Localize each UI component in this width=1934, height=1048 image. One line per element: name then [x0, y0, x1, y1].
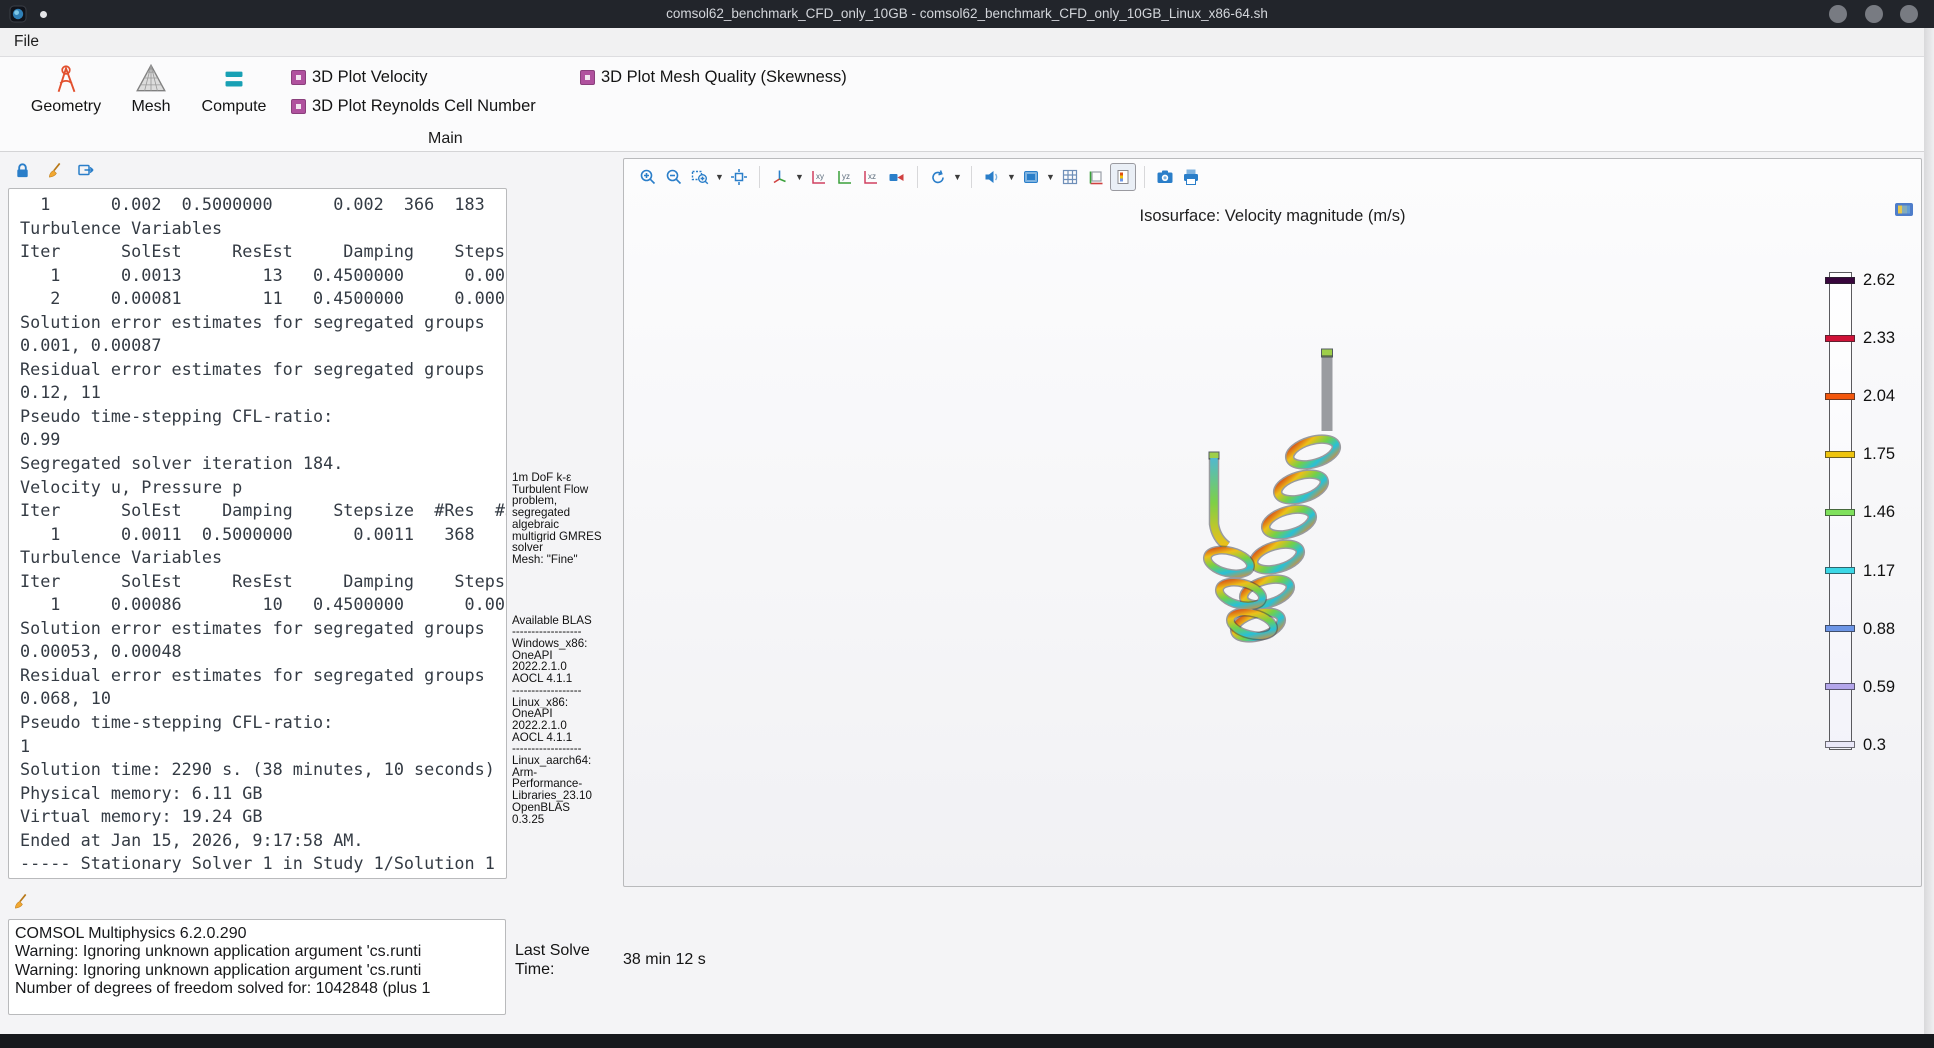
- svg-text:xz: xz: [868, 172, 876, 181]
- zoom-box-dropdown[interactable]: ▼: [714, 172, 725, 182]
- toolbar-separator: [917, 166, 918, 188]
- graphics-toolbar: ▼ ▼ xy: [636, 162, 1203, 192]
- solver-log-panel[interactable]: 1 0.002 0.5000000 0.002 366 183Turbulenc…: [8, 188, 507, 879]
- maximize-button[interactable]: [1865, 5, 1883, 23]
- clear-icon[interactable]: [44, 160, 64, 180]
- geometry-icon: [48, 60, 84, 96]
- checkbox-checked-icon: [291, 99, 306, 114]
- log-toolbar: [12, 160, 96, 180]
- startup-log-panel[interactable]: COMSOL Multiphysics 6.2.0.290Warning: Ig…: [8, 919, 506, 1015]
- environment-icon[interactable]: [1019, 164, 1043, 190]
- zoom-extents-icon[interactable]: [727, 164, 751, 190]
- export-icon[interactable]: [76, 160, 96, 180]
- compute-button-label: Compute: [196, 98, 272, 116]
- checkbox-3d-plot-velocity[interactable]: 3D Plot Velocity: [291, 68, 428, 87]
- toolbar-separator: [1144, 166, 1145, 188]
- projection-icon[interactable]: [885, 164, 909, 190]
- compute-icon: [216, 60, 252, 96]
- colorbar-level-label: 1.75: [1863, 444, 1923, 464]
- last-solve-time-value: 38 min 12 s: [623, 951, 706, 969]
- app-toolbar: Geometry Mesh Compute 3D Plot Velocity 3…: [0, 57, 1934, 151]
- compute-button[interactable]: Compute: [196, 60, 272, 116]
- comsol-app-window: comsol62_benchmark_CFD_only_10GB - comso…: [0, 0, 1934, 1048]
- graphics-panel: ▼ ▼ xy: [623, 158, 1922, 887]
- colorbar-level-stripe: [1825, 625, 1855, 632]
- menu-bar: File: [0, 28, 1934, 57]
- lock-icon[interactable]: [12, 160, 32, 180]
- view-yz-icon[interactable]: yz: [833, 164, 857, 190]
- print-icon[interactable]: [1179, 164, 1203, 190]
- title-bar: comsol62_benchmark_CFD_only_10GB - comso…: [0, 0, 1934, 28]
- colorbar-level-stripe: [1825, 451, 1855, 458]
- colorbar-level-stripe: [1825, 741, 1855, 748]
- checkbox-3d-plot-reynolds[interactable]: 3D Plot Reynolds Cell Number: [291, 97, 536, 116]
- colorbar-level-stripe: [1825, 393, 1855, 400]
- window-right-edge: [1924, 28, 1934, 1034]
- colorbar-level-label: 0.88: [1863, 619, 1923, 639]
- checkbox-3d-plot-mesh-quality[interactable]: 3D Plot Mesh Quality (Skewness): [580, 68, 847, 87]
- view-xz-icon[interactable]: xz: [859, 164, 883, 190]
- zoom-box-icon[interactable]: [688, 164, 712, 190]
- colorbar-level-label: 0.59: [1863, 677, 1923, 697]
- clear-icon[interactable]: [10, 891, 30, 911]
- minimize-button[interactable]: [1829, 5, 1847, 23]
- checkbox-label: 3D Plot Reynolds Cell Number: [312, 97, 536, 116]
- geometry-button[interactable]: Geometry: [28, 60, 104, 116]
- form-section-label: Main: [428, 130, 463, 148]
- solver-log-text: 1 0.002 0.5000000 0.002 366 183Turbulenc…: [9, 189, 506, 876]
- colorbar-level-stripe: [1825, 277, 1855, 284]
- colorbar-level-stripe: [1825, 335, 1855, 342]
- window-title: comsol62_benchmark_CFD_only_10GB - comso…: [0, 0, 1934, 28]
- zoom-in-icon[interactable]: [636, 164, 660, 190]
- startup-log-text: COMSOL Multiphysics 6.2.0.290Warning: Ig…: [9, 920, 505, 999]
- colorbar-level-stripe: [1825, 509, 1855, 516]
- show-grid-icon[interactable]: [1058, 164, 1082, 190]
- colorbar-level-stripe: [1825, 683, 1855, 690]
- colorbar-level-label: 1.17: [1863, 561, 1923, 581]
- scene-light-dropdown[interactable]: ▼: [1006, 172, 1017, 182]
- show-axes-icon[interactable]: [1084, 164, 1108, 190]
- checkbox-label: 3D Plot Mesh Quality (Skewness): [601, 68, 847, 87]
- default-view-dropdown[interactable]: ▼: [794, 172, 805, 182]
- close-button[interactable]: [1900, 5, 1918, 23]
- view-xy-icon[interactable]: xy: [807, 164, 831, 190]
- plot-title: Isosurface: Velocity magnitude (m/s): [624, 207, 1921, 226]
- svg-text:xy: xy: [816, 172, 824, 181]
- blas-info: Available BLAS------------------Windows_…: [512, 615, 616, 826]
- checkbox-checked-icon: [580, 70, 595, 85]
- status-bar: [0, 1034, 1934, 1048]
- default-view-icon[interactable]: [768, 164, 792, 190]
- colorbar-level-label: 2.04: [1863, 386, 1923, 406]
- colorbar-level-label: 2.33: [1863, 328, 1923, 348]
- checkbox-label: 3D Plot Velocity: [312, 68, 428, 87]
- colorbar: 2.622.332.041.751.461.170.880.590.3: [1829, 272, 1852, 750]
- colorbar-level-stripe: [1825, 567, 1855, 574]
- environment-dropdown[interactable]: ▼: [1045, 172, 1056, 182]
- checkbox-checked-icon: [291, 70, 306, 85]
- problem-description: 1m DoF k-εTurbulent Flowproblem,segregat…: [512, 472, 616, 566]
- mesh-icon: [133, 60, 169, 96]
- rotate-dropdown[interactable]: ▼: [952, 172, 963, 182]
- last-solve-time-label: Last Solve Time:: [515, 941, 607, 979]
- color-legend-icon[interactable]: [1110, 163, 1136, 191]
- mesh-button[interactable]: Mesh: [113, 60, 189, 116]
- rotate-icon[interactable]: [926, 164, 950, 190]
- mesh-button-label: Mesh: [113, 98, 189, 116]
- toolbar-separator: [759, 166, 760, 188]
- zoom-out-icon[interactable]: [662, 164, 686, 190]
- colorbar-level-label: 2.62: [1863, 270, 1923, 290]
- menu-file[interactable]: File: [10, 28, 43, 56]
- scene-light-icon[interactable]: [980, 164, 1004, 190]
- svg-text:yz: yz: [842, 172, 850, 181]
- info-panel: 1m DoF k-εTurbulent Flowproblem,segregat…: [512, 472, 616, 825]
- geometry-button-label: Geometry: [28, 98, 104, 116]
- isosurface-coil-visualization[interactable]: [1141, 331, 1381, 671]
- image-snapshot-icon[interactable]: [1153, 164, 1177, 190]
- section-divider: [0, 151, 1934, 152]
- colorbar-level-label: 1.46: [1863, 502, 1923, 522]
- float-window-icon[interactable]: [1893, 201, 1915, 218]
- toolbar-separator: [971, 166, 972, 188]
- colorbar-level-label: 0.3: [1863, 735, 1923, 755]
